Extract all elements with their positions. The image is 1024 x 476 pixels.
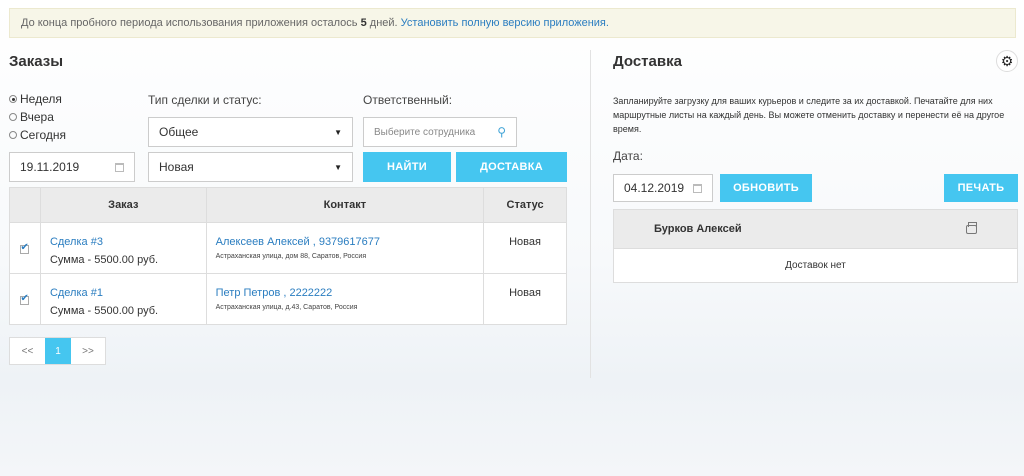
- row-checkbox[interactable]: [20, 242, 30, 254]
- contact-address: Астраханская улица, дом 88, Саратов, Рос…: [215, 253, 367, 260]
- orders-table: Заказ Контакт Статус Сделка #3 Сумма - 5…: [9, 187, 567, 325]
- order-cell: Сделка #1 Сумма - 5500.00 руб.: [39, 273, 207, 325]
- contact-cell: Алексеев Алексей , 9379617677 Астраханск…: [205, 222, 485, 274]
- panel-divider: [590, 50, 591, 378]
- status-column-header: Статус: [483, 187, 567, 223]
- install-full-version-link[interactable]: Установить полную версию приложения.: [401, 17, 609, 29]
- radio-label: Неделя: [20, 92, 62, 106]
- responsible-label: Ответственный:: [363, 93, 453, 107]
- radio-dot: [9, 95, 17, 103]
- calendar-icon[interactable]: [115, 162, 124, 172]
- status-value: Новая: [159, 160, 194, 174]
- orders-title: Заказы: [9, 53, 64, 70]
- radio-label: Сегодня: [20, 128, 66, 142]
- row-checkbox-cell: [9, 273, 41, 325]
- delivery-button[interactable]: ДОСТАВКА: [456, 152, 567, 182]
- status-cell: Новая: [483, 222, 567, 274]
- deal-type-select[interactable]: Общее ▼: [148, 117, 353, 147]
- responsible-search-input[interactable]: Выберите сотрудника ⚲: [363, 117, 517, 147]
- delivery-date-label: Дата:: [613, 149, 643, 163]
- caret-down-icon: ▼: [334, 127, 342, 137]
- select-column-header: [9, 187, 41, 223]
- contact-address: Астраханская улица, д.43, Саратов, Росси…: [215, 304, 358, 311]
- radio-dot: [9, 113, 17, 121]
- orders-date-input[interactable]: 19.11.2019: [9, 152, 135, 182]
- find-button[interactable]: НАЙТИ: [363, 152, 451, 182]
- calendar-icon[interactable]: [693, 183, 702, 193]
- caret-down-icon: ▼: [334, 162, 342, 172]
- order-cell: Сделка #3 Сумма - 5500.00 руб.: [39, 222, 207, 274]
- courier-row: Бурков Алексей: [614, 210, 1017, 248]
- order-column-header: Заказ: [39, 187, 207, 223]
- deal-link[interactable]: Сделка #1: [50, 287, 197, 299]
- contact-column-header: Контакт: [205, 187, 485, 223]
- delivery-table: Бурков Алексей Доставок нет: [613, 209, 1018, 283]
- deal-link[interactable]: Сделка #3: [50, 236, 197, 248]
- contact-link[interactable]: Петр Петров , 2222222: [216, 287, 474, 299]
- period-today-radio[interactable]: Сегодня: [9, 126, 66, 144]
- contact-cell: Петр Петров , 2222222 Астраханская улица…: [205, 273, 485, 325]
- table-row[interactable]: Сделка #1 Сумма - 5500.00 руб. Петр Петр…: [9, 273, 567, 325]
- refresh-button[interactable]: ОБНОВИТЬ: [720, 174, 812, 202]
- deal-sum: Сумма - 5500.00 руб.: [49, 254, 159, 266]
- trial-banner: До конца пробного периода использования …: [9, 8, 1016, 38]
- gear-icon[interactable]: ⚙: [996, 50, 1018, 72]
- delivery-date-value: 04.12.2019: [624, 181, 685, 195]
- pager-next-button[interactable]: >>: [71, 338, 105, 364]
- printer-icon[interactable]: [966, 221, 977, 234]
- responsible-placeholder: Выберите сотрудника: [374, 126, 476, 138]
- status-select[interactable]: Новая ▼: [148, 152, 353, 182]
- period-radio-group: Неделя Вчера Сегодня: [9, 90, 66, 144]
- deal-sum: Сумма - 5500.00 руб.: [49, 305, 159, 317]
- pager-page-button[interactable]: 1: [45, 338, 71, 364]
- period-week-radio[interactable]: Неделя: [9, 90, 66, 108]
- status-cell: Новая: [483, 273, 567, 325]
- row-checkbox-cell: [9, 222, 41, 274]
- print-button[interactable]: ПЕЧАТЬ: [944, 174, 1018, 202]
- no-deliveries-text: Доставок нет: [614, 248, 1017, 282]
- search-icon[interactable]: ⚲: [497, 125, 506, 139]
- deal-type-label: Тип сделки и статус:: [148, 93, 262, 107]
- table-row[interactable]: Сделка #3 Сумма - 5500.00 руб. Алексеев …: [9, 222, 567, 274]
- pagination: << 1 >>: [9, 337, 106, 365]
- trial-days: 5: [360, 17, 367, 29]
- pager-prev-button[interactable]: <<: [10, 338, 45, 364]
- radio-label: Вчера: [20, 110, 54, 124]
- delivery-date-input[interactable]: 04.12.2019: [613, 174, 713, 202]
- contact-link[interactable]: Алексеев Алексей , 9379617677: [216, 236, 474, 248]
- orders-date-value: 19.11.2019: [20, 160, 80, 174]
- row-checkbox[interactable]: [20, 293, 30, 305]
- delivery-title: Доставка: [613, 53, 682, 70]
- trial-text: До конца пробного периода использования …: [21, 17, 358, 29]
- radio-dot: [9, 131, 17, 139]
- period-yesterday-radio[interactable]: Вчера: [9, 108, 66, 126]
- deal-type-value: Общее: [159, 125, 199, 139]
- delivery-description: Запланируйте загрузку для ваших курьеров…: [613, 96, 1005, 134]
- trial-days-suffix: дней.: [369, 17, 398, 29]
- courier-name: Бурков Алексей: [654, 223, 742, 235]
